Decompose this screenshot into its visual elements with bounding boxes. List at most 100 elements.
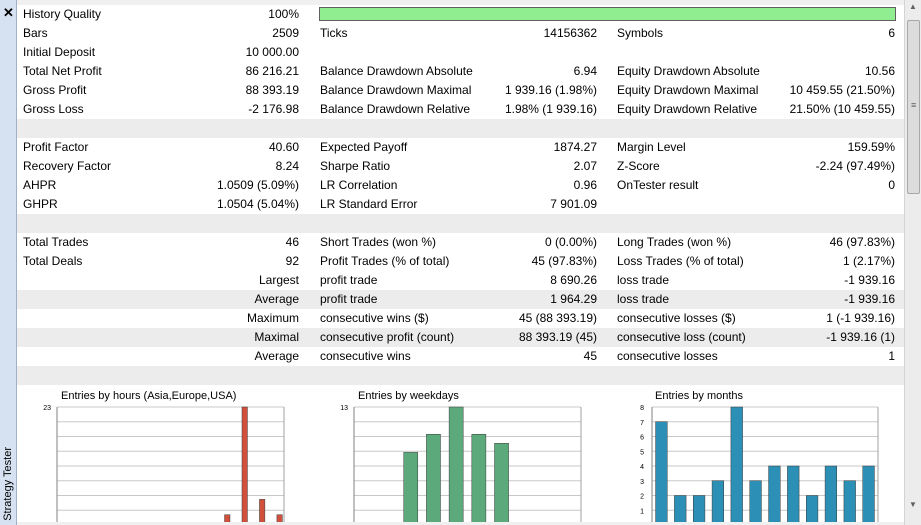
metric-label: Equity Drawdown Absolute bbox=[617, 64, 760, 78]
metric-label: Equity Drawdown Maximal bbox=[617, 83, 759, 97]
report-row: Total Deals 92 Profit Trades (% of total) 4… bbox=[17, 252, 904, 271]
scroll-thumb[interactable]: ≡ bbox=[907, 20, 920, 194]
chart-bar bbox=[749, 480, 762, 525]
report-row: Total Trades 46 Short Trades (won %) 0 (0.0… bbox=[17, 233, 904, 252]
metric-label: Total Trades bbox=[23, 235, 89, 249]
metric-value: 1 (-1 939.16) bbox=[826, 311, 895, 325]
metric-label: Gross Profit bbox=[23, 83, 87, 97]
metric-value: 10.56 bbox=[864, 64, 895, 78]
close-icon[interactable]: ✕ bbox=[3, 6, 14, 19]
metric-value: 46 (97.83%) bbox=[829, 235, 895, 249]
report-row: Maximum consecutive wins ($) 45 (88 393.19… bbox=[17, 309, 904, 328]
metric-value: -1 939.16 bbox=[844, 273, 895, 287]
metric-label: loss trade bbox=[617, 292, 670, 306]
metric-label: Short Trades (won %) bbox=[320, 235, 437, 249]
metric-value: Average bbox=[254, 349, 299, 363]
metric-value: 7 901.09 bbox=[550, 197, 597, 211]
metric-label: Balance Drawdown Maximal bbox=[320, 83, 472, 97]
metric-label: Bars bbox=[23, 26, 48, 40]
metric-label: History Quality bbox=[23, 7, 102, 21]
metric-label: profit trade bbox=[320, 292, 378, 306]
metric-label: Long Trades (won %) bbox=[617, 235, 732, 249]
report-row: Total Net Profit 86 216.21 Balance Drawdow… bbox=[17, 62, 904, 81]
metric-value: 0 (0.00%) bbox=[544, 235, 597, 249]
metric-value: 10 000.00 bbox=[245, 45, 299, 59]
metric-value: -1 939.16 bbox=[844, 292, 895, 306]
metric-value: 2.07 bbox=[573, 159, 597, 173]
chart-bar bbox=[787, 465, 800, 525]
y-tick-label: 3 bbox=[640, 479, 644, 486]
metric-label: profit trade bbox=[320, 273, 378, 287]
report-row bbox=[17, 119, 904, 138]
y-tick-label: 7 bbox=[640, 420, 644, 427]
metric-value: 45 (97.83%) bbox=[531, 254, 597, 268]
y-tick-label: 2 bbox=[640, 494, 644, 501]
y-tick-label: 13 bbox=[340, 405, 348, 412]
report-row: Maximal consecutive profit (count) 88 393.… bbox=[17, 328, 904, 347]
metric-value: 6 bbox=[888, 26, 895, 40]
metric-label: AHPR bbox=[23, 178, 57, 192]
metric-label: loss trade bbox=[617, 273, 670, 287]
metric-label: consecutive wins ($) bbox=[320, 311, 429, 325]
report-table: History Quality 100% Bars 2509 Ticks 14156362… bbox=[17, 5, 904, 385]
metric-value: Average bbox=[254, 292, 299, 306]
metric-value: 8 690.26 bbox=[550, 273, 597, 287]
metric-label: LR Correlation bbox=[320, 178, 398, 192]
vertical-scrollbar[interactable]: ▲ ≡ ▼ bbox=[904, 0, 921, 525]
metric-value: 159.59% bbox=[847, 140, 895, 154]
metric-label: consecutive profit (count) bbox=[320, 330, 455, 344]
metric-value: 0.96 bbox=[573, 178, 597, 192]
report-row bbox=[17, 366, 904, 385]
report-row: Gross Profit 88 393.19 Balance Drawdown Ma… bbox=[17, 81, 904, 100]
metric-value: 1 939.16 (1.98%) bbox=[504, 83, 597, 97]
metric-value: 1.0504 (5.04%) bbox=[216, 197, 299, 211]
chart-bar bbox=[655, 421, 668, 525]
charts-area: Entries by hours (Asia,Europe,USA) 23 Entr… bbox=[17, 385, 904, 525]
report-row: Recovery Factor 8.24 Sharpe Ratio 2.07 Z-Sco… bbox=[17, 157, 904, 176]
metric-value: Maximal bbox=[254, 330, 299, 344]
chart-svg: 13 bbox=[340, 405, 582, 525]
scroll-down-icon[interactable]: ▼ bbox=[905, 500, 921, 509]
strategy-tester-side-panel: ✕ Strategy Tester bbox=[0, 0, 17, 525]
report-row: GHPR 1.0504 (5.04%) LR Standard Error 7 901… bbox=[17, 195, 904, 214]
y-tick-label: 4 bbox=[640, 464, 644, 471]
chart-svg: 1 2 3 4 5 6 7 8 bbox=[640, 405, 879, 525]
metric-label: OnTester result bbox=[617, 178, 699, 192]
metric-value: 45 bbox=[583, 349, 597, 363]
chart-bar bbox=[824, 465, 838, 525]
chart-2: Entries by months 1 2 3 4 5 6 7 8 bbox=[611, 385, 901, 525]
metric-value: 6.94 bbox=[573, 64, 597, 78]
chart-bar bbox=[711, 480, 725, 525]
scroll-grip-icon: ≡ bbox=[911, 100, 917, 110]
chart-bar bbox=[426, 433, 441, 525]
chart-bar bbox=[403, 452, 419, 525]
metric-value: 46 bbox=[285, 235, 299, 249]
metric-label: Gross Loss bbox=[23, 102, 84, 116]
metric-value: -1 939.16 (1) bbox=[826, 330, 895, 344]
y-tick-label: 6 bbox=[640, 435, 644, 442]
metric-label: Profit Factor bbox=[23, 140, 89, 154]
metric-value: 21.50% (10 459.55) bbox=[789, 102, 895, 116]
report-row: Average profit trade 1 964.29 loss trade -1 … bbox=[17, 290, 904, 309]
metric-value: Maximum bbox=[246, 311, 299, 325]
history-quality-bar bbox=[319, 7, 896, 21]
y-tick-label: 1 bbox=[640, 508, 644, 515]
metric-value: 8.24 bbox=[275, 159, 299, 173]
chart-bar bbox=[692, 495, 706, 525]
report-row: History Quality 100% bbox=[17, 5, 904, 24]
chart-bar bbox=[730, 406, 743, 525]
metric-value: 1874.27 bbox=[553, 140, 597, 154]
metric-label: consecutive losses ($) bbox=[617, 311, 736, 325]
metric-value: 88 393.19 (45) bbox=[518, 330, 597, 344]
metric-label: consecutive losses bbox=[617, 349, 718, 363]
chart-bar bbox=[862, 465, 875, 525]
chart-0: Entries by hours (Asia,Europe,USA) 23 bbox=[17, 385, 307, 525]
metric-label: Equity Drawdown Relative bbox=[617, 102, 758, 116]
chart-1: Entries by weekdays 13 bbox=[314, 385, 604, 525]
metric-label: GHPR bbox=[23, 197, 58, 211]
metric-value: 14156362 bbox=[543, 26, 597, 40]
scroll-up-icon[interactable]: ▲ bbox=[905, 2, 921, 11]
metric-value: 100% bbox=[268, 7, 299, 21]
y-tick-label: 8 bbox=[640, 405, 644, 412]
metric-label: consecutive wins bbox=[320, 349, 411, 363]
